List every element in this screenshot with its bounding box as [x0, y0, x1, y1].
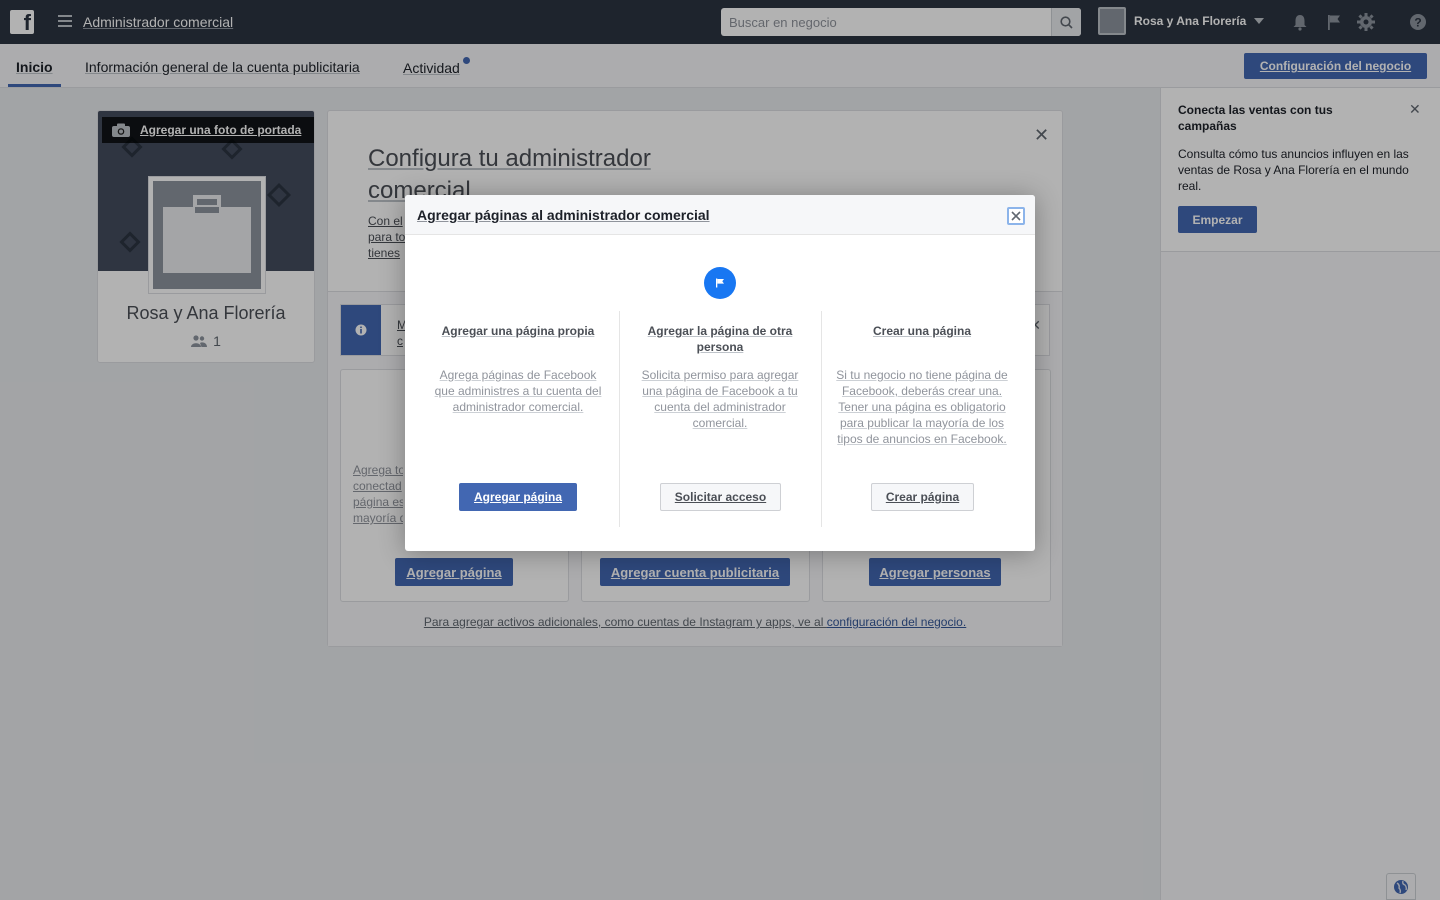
add-page-button[interactable]: Agregar página — [459, 483, 577, 511]
close-button[interactable] — [1007, 207, 1025, 225]
option-title: Crear una página — [872, 324, 972, 338]
option-title: Agregar la página de otra persona — [647, 324, 793, 354]
create-page-button[interactable]: Crear página — [871, 483, 974, 511]
option-description: Solicita permiso para agregar una página… — [641, 368, 799, 430]
dialog-header: Agregar páginas al administrador comerci… — [405, 195, 1035, 235]
option-description: Si tu negocio no tiene página de Faceboo… — [836, 368, 1008, 446]
option-title: Agregar una página propia — [441, 324, 595, 338]
close-icon — [1011, 211, 1021, 221]
option-description: Agrega páginas de Facebook que administr… — [434, 368, 602, 414]
request-access-button[interactable]: Solicitar acceso — [660, 483, 781, 511]
flag-icon — [704, 267, 736, 299]
add-pages-dialog: Agregar páginas al administrador comerci… — [405, 195, 1035, 551]
dialog-title: Agregar páginas al administrador comerci… — [417, 207, 710, 223]
